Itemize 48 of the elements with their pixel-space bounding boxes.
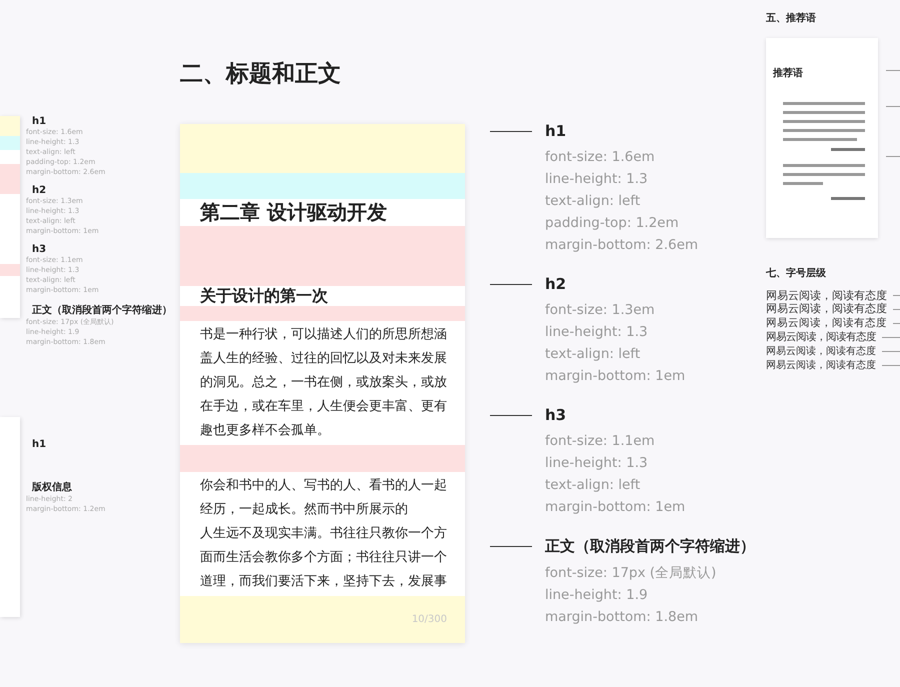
spec-heading: h3: [545, 406, 566, 424]
chapter-heading: 第二章 设计驱动开发: [199, 199, 388, 226]
body-text-line: 面而生活会教你多个方面；书往往只讲一个: [200, 549, 447, 567]
spec-property: font-size: 1.6em: [544, 148, 656, 167]
spec-property: margin-bottom: 2.6em: [544, 236, 700, 255]
spec-property: text-align: left: [544, 476, 642, 495]
body-text-line: 经历，一起成长。然而书中所展示的: [200, 501, 408, 519]
section-title: 七、字号层级: [766, 266, 827, 280]
body-text-line: 书是一种行状，可以描述人们的所思所想涵: [200, 326, 447, 344]
body-text-line: 的洞见。总之，一书在侧，或放案头，或放: [200, 374, 447, 392]
spec-heading: 正文（取消段首两个字符缩进）: [32, 303, 172, 317]
spec-heading: h2: [545, 275, 566, 293]
spec-property: padding-top: 1.2em: [544, 214, 680, 233]
font-size-sample: 网易云阅读，阅读有态度: [766, 358, 876, 372]
spec-property: margin-bottom: 1em: [544, 367, 686, 386]
section-title: 二、标题和正文: [180, 60, 342, 89]
body-text-line: 道理，而我们要活下来，坚持下去，发展事: [200, 573, 447, 591]
spec-property: margin-bottom: 1.8em: [544, 608, 700, 627]
spec-property: text-align: left: [544, 345, 642, 364]
spec-property: margin-bottom: 1em: [544, 498, 686, 517]
spec-property: line-height: 1.3: [544, 170, 649, 189]
card-title: 推荐语: [773, 66, 803, 80]
spec-property: font-size: 1.3em: [544, 301, 656, 320]
spec-heading: h1: [545, 122, 566, 140]
font-size-sample: 网易云阅读，阅读有态度: [766, 288, 887, 302]
body-text-line: 盖人生的经验、过往的回忆以及对未来发展: [200, 350, 447, 368]
spec-heading: h2: [32, 185, 46, 196]
spec-heading: h3: [32, 244, 46, 255]
spec-property: line-height: 1.3: [544, 323, 649, 342]
spec-property: text-align: left: [544, 192, 642, 211]
spec-property: line-height: 1.3: [544, 454, 649, 473]
font-size-sample: 网易云阅读，阅读有态度: [766, 330, 876, 344]
spec-heading: h1: [32, 116, 46, 127]
spec-property: font-size: 17px (全局默认): [544, 564, 718, 583]
section-heading: 关于设计的第一次: [198, 286, 329, 306]
body-text-line: 趣也更多样不会孤单。: [200, 422, 330, 440]
spec-heading: h1: [32, 439, 46, 450]
body-text-line: 在手边，或在车里，人生便会更丰富、更有: [200, 398, 447, 416]
body-text-line: 人生远不及现实丰满。书往往只教你一个方: [200, 525, 447, 543]
body-text-line: 你会和书中的人、写书的人、看书的人一起: [200, 477, 447, 495]
font-size-sample: 网易云阅读，阅读有态度: [766, 302, 887, 316]
spec-property: line-height: 1.9: [544, 586, 649, 605]
spec-heading: 版权信息: [32, 480, 72, 494]
spec-heading: 正文（取消段首两个字符缩进）: [545, 537, 755, 556]
spec-property: font-size: 1.1em: [544, 432, 656, 451]
font-size-sample: 网易云阅读，阅读有态度: [766, 344, 876, 358]
section-title: 五、推荐语: [766, 12, 817, 25]
font-size-sample: 网易云阅读，阅读有态度: [766, 316, 887, 330]
